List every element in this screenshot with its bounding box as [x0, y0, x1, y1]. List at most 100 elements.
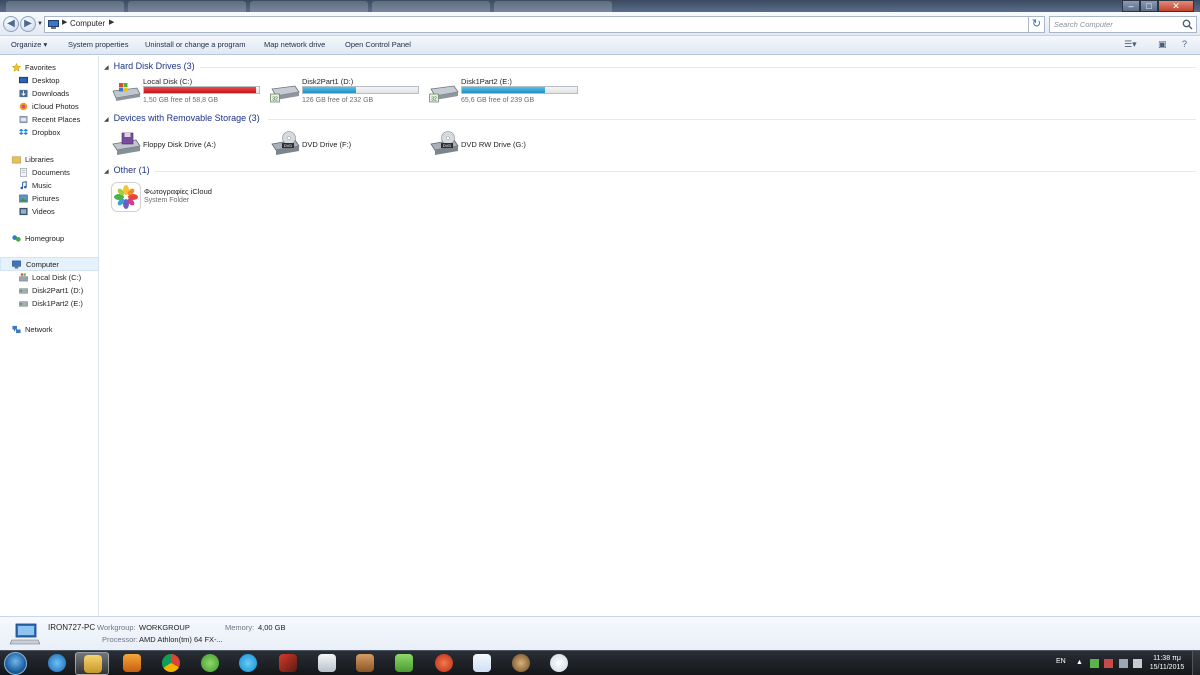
hard-drive-icon: 32	[429, 85, 459, 103]
details-pane: IRON727-PC Workgroup: WORKGROUP Memory: …	[0, 616, 1200, 650]
dvd-drive-icon: DVD	[271, 131, 300, 155]
taskbar-app[interactable]	[348, 652, 382, 675]
dvd-rw-drive-icon: DVD	[430, 131, 459, 155]
clock[interactable]: 11:38 πμ 15/11/2015	[1149, 654, 1185, 672]
capacity-bar	[143, 86, 260, 94]
dropbox-icon	[473, 654, 491, 672]
windows-drive-icon	[19, 273, 28, 282]
recent-pages-chevron-icon[interactable]: ▼	[37, 21, 43, 27]
refresh-icon: ↻	[1031, 18, 1042, 30]
taskbar-internet-explorer[interactable]	[40, 652, 74, 675]
arrow-right-icon: ▶	[24, 18, 32, 29]
app-icon	[512, 654, 530, 672]
collapse-triangle-icon[interactable]: ◢	[104, 169, 109, 175]
back-button[interactable]: ◀	[3, 16, 19, 32]
folder-icon	[84, 655, 102, 673]
taskbar: EN ▲ 11:38 πμ 15/11/2015	[0, 650, 1200, 675]
map-network-drive-button[interactable]: Map network drive	[264, 40, 325, 49]
processor-value: AMD Athlon(tm) 64 FX-...	[139, 635, 223, 644]
window-controls: ‒ □ ✕	[1122, 0, 1194, 12]
drive-tile-dvd-f[interactable]: DVD DVD Drive (F:)	[270, 130, 420, 156]
breadcrumb-computer[interactable]: Computer	[70, 19, 105, 28]
address-bar[interactable]: ▶ Computer ▶ ▼	[44, 16, 1041, 33]
taskbar-chrome[interactable]	[154, 652, 188, 675]
taskbar-ccleaner[interactable]	[427, 652, 461, 675]
icloud-photos-tile[interactable]: Φωτογραφίες iCloud System Folder	[111, 182, 261, 212]
skype-icon	[239, 654, 257, 672]
search-icon[interactable]	[1182, 19, 1193, 30]
network-icon	[12, 325, 21, 334]
group-divider	[154, 171, 1196, 172]
internet-explorer-icon	[48, 654, 66, 672]
arrow-left-icon: ◀	[7, 18, 15, 29]
group-hard-disk-drives[interactable]: ◢ Hard Disk Drives (3)	[104, 61, 195, 71]
nav-computer[interactable]: Computer	[0, 257, 99, 271]
taskbar-icloud[interactable]	[310, 652, 344, 675]
language-indicator[interactable]: EN	[1056, 658, 1066, 665]
maximize-button[interactable]: □	[1140, 0, 1158, 12]
libraries-icon	[12, 156, 21, 164]
show-desktop-button[interactable]	[1192, 651, 1200, 675]
taskbar-file-explorer[interactable]	[75, 652, 109, 675]
taskbar-itunes[interactable]	[542, 652, 576, 675]
open-control-panel-button[interactable]: Open Control Panel	[345, 40, 411, 49]
taskbar-app-hat[interactable]	[504, 652, 538, 675]
processor-label: Processor:	[102, 635, 138, 644]
title-bar: ‒ □ ✕	[0, 0, 1200, 12]
tray-app-icon[interactable]	[1090, 659, 1099, 668]
breadcrumb-chevron-icon[interactable]: ▶	[109, 18, 114, 26]
drive-tile-dvd-g[interactable]: DVD DVD RW Drive (G:)	[429, 130, 579, 156]
app-icon	[356, 654, 374, 672]
hard-drive-icon	[19, 288, 28, 294]
svg-text:32: 32	[272, 96, 278, 102]
media-player-icon	[123, 654, 141, 672]
preview-pane-icon[interactable]: ▣	[1158, 39, 1167, 50]
refresh-button[interactable]: ↻	[1028, 16, 1045, 33]
taskbar-evernote[interactable]	[387, 652, 421, 675]
forward-button[interactable]: ▶	[20, 16, 36, 32]
taskbar-skype[interactable]	[231, 652, 265, 675]
taskbar-media-player[interactable]	[115, 652, 149, 675]
hard-drive-icon	[19, 301, 28, 307]
capacity-fill	[462, 87, 546, 93]
memory-value: 4,00 GB	[258, 623, 286, 632]
change-view-icon[interactable]: ☰▾	[1124, 39, 1137, 50]
drive-tile-e[interactable]: 32 Disk1Part2 (E:) 65,6 GB free of 239 G…	[429, 77, 579, 104]
game-icon	[279, 654, 297, 672]
search-input[interactable]	[1050, 17, 1178, 32]
collapse-triangle-icon[interactable]: ◢	[104, 117, 109, 123]
action-center-icon[interactable]	[1104, 659, 1113, 668]
drive-tile-c[interactable]: Local Disk (C:) 1,50 GB free of 58,8 GB	[111, 77, 261, 104]
minimize-button[interactable]: ‒	[1122, 0, 1140, 12]
close-button[interactable]: ✕	[1158, 0, 1194, 12]
taskbar-dropbox[interactable]	[465, 652, 499, 675]
clock-date: 15/11/2015	[1149, 664, 1185, 671]
background-tab	[6, 1, 124, 12]
group-removable-storage[interactable]: ◢ Devices with Removable Storage (3)	[104, 113, 260, 123]
computer-icon	[12, 260, 21, 269]
volume-icon[interactable]	[1133, 659, 1142, 668]
drive-tile-floppy[interactable]: Floppy Disk Drive (A:)	[111, 130, 261, 156]
help-icon[interactable]: ?	[1182, 39, 1187, 49]
taskbar-game[interactable]	[271, 652, 305, 675]
utorrent-icon	[201, 654, 219, 672]
clock-time: 11:38 πμ	[1153, 655, 1181, 662]
breadcrumb-chevron-icon[interactable]: ▶	[62, 18, 67, 26]
network-icon[interactable]	[1119, 659, 1128, 668]
taskbar-utorrent[interactable]	[193, 652, 227, 675]
system-properties-button[interactable]: System properties	[68, 40, 128, 49]
capacity-bar	[461, 86, 578, 94]
background-tab	[494, 1, 612, 12]
group-other[interactable]: ◢ Other (1)	[104, 165, 150, 175]
organize-button[interactable]: Organize ▾	[11, 40, 47, 49]
computer-icon	[10, 623, 40, 645]
collapse-triangle-icon[interactable]: ◢	[104, 65, 109, 71]
start-button[interactable]	[4, 652, 27, 675]
uninstall-program-button[interactable]: Uninstall or change a program	[145, 40, 245, 49]
star-icon	[12, 63, 21, 72]
evernote-icon	[395, 654, 413, 672]
windows-drive-icon	[112, 83, 141, 101]
drive-tile-d[interactable]: 32 Disk2Part1 (D:) 126 GB free of 232 GB	[270, 77, 420, 104]
pictures-icon	[19, 194, 28, 203]
show-hidden-icons-icon[interactable]: ▲	[1076, 659, 1085, 668]
